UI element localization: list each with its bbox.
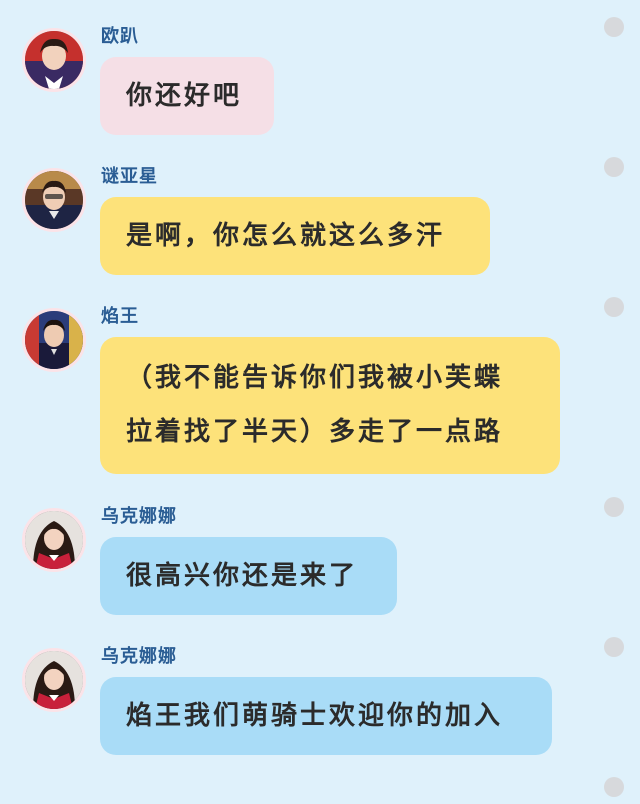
sender-name: 谜亚星 [101,166,158,187]
message-text: （我不能告诉你们我被小芙蝶 [126,363,504,393]
message-text: 很高兴你还是来了 [126,561,359,591]
scroll-dot [604,637,624,657]
sender-name: 乌克娜娜 [101,646,177,667]
scroll-dot [604,17,624,37]
sender-name: 欧趴 [101,26,139,47]
message-bubble[interactable]: 焰王我们萌骑士欢迎你的加入 [100,677,552,755]
avatar[interactable] [22,28,86,92]
scroll-dot [604,297,624,317]
message-text: 是啊，你怎么就这么多汗 [126,221,446,251]
message-bubble[interactable]: （我不能告诉你们我被小芙蝶 拉着找了半天）多走了一点路 [100,337,560,474]
avatar[interactable] [22,168,86,232]
avatar[interactable] [22,648,86,712]
message-text: 拉着找了半天）多走了一点路 [126,417,504,447]
message-bubble[interactable]: 很高兴你还是来了 [100,537,397,615]
message-bubble[interactable]: 是啊，你怎么就这么多汗 [100,197,490,275]
sender-name: 焰王 [101,306,139,327]
avatar[interactable] [22,508,86,572]
scroll-dot [604,157,624,177]
scroll-dot [604,777,624,797]
scroll-dot [604,497,624,517]
avatar[interactable] [22,308,86,372]
sender-name: 乌克娜娜 [101,506,177,527]
message-bubble[interactable]: 你还好吧 [100,57,274,135]
message-text: 焰王我们萌骑士欢迎你的加入 [126,701,504,731]
message-text: 你还好吧 [126,81,243,111]
